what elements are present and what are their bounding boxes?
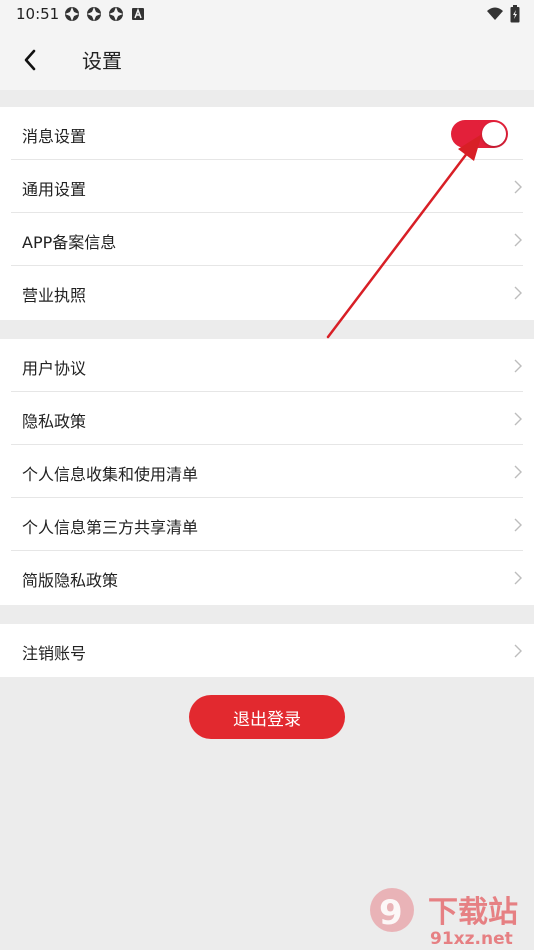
watermark-url: 91xz.net [430,929,513,948]
logout-button[interactable]: 退出登录 [189,695,345,739]
row-label: 个人信息第三方共享清单 [22,518,199,537]
chevron-right-icon [514,412,522,426]
brief-privacy-policy-row[interactable]: 简版隐私政策 [11,551,523,604]
watermark-title: 下载站 [428,895,518,930]
page-title: 设置 [82,49,122,73]
status-bar: 10:51 [0,0,534,28]
app-header: 设置 [0,28,534,90]
general-settings-row[interactable]: 通用设置 [11,160,523,213]
settings-group-3: 注销账号 [0,624,534,677]
back-button[interactable] [14,44,46,76]
row-label: 用户协议 [22,359,87,378]
toggle-knob [482,122,506,146]
wifi-icon [487,7,503,20]
row-label: APP备案信息 [22,233,117,252]
business-license-row[interactable]: 营业执照 [11,266,523,319]
a-icon [132,7,144,20]
app-icon [65,7,79,21]
settings-group-1: 消息设置 通用设置 APP备案信息 营业执照 [0,107,534,320]
status-time: 10:51 [16,5,60,23]
row-label: 个人信息收集和使用清单 [22,465,199,484]
notification-icons [64,6,146,22]
chevron-right-icon [514,518,522,532]
chevron-right-icon [514,465,522,479]
app-filing-info-row[interactable]: APP备案信息 [11,213,523,266]
chevron-right-icon [514,233,522,247]
personal-info-collection-row[interactable]: 个人信息收集和使用清单 [11,445,523,498]
chevron-right-icon [514,571,522,585]
row-label: 营业执照 [22,286,87,305]
row-label: 通用设置 [22,180,87,199]
system-icons [486,5,520,23]
row-label: 注销账号 [22,644,87,663]
svg-text:9: 9 [379,893,403,933]
watermark-logo: 9 下载站 91xz.net [370,888,518,948]
row-label: 消息设置 [22,127,87,146]
delete-account-row[interactable]: 注销账号 [11,624,523,677]
privacy-policy-row[interactable]: 隐私政策 [11,392,523,445]
chevron-right-icon [514,286,522,300]
app-icon [87,7,101,21]
battery-icon [510,5,520,23]
chevron-right-icon [514,359,522,373]
back-arrow-icon [24,49,36,71]
message-settings-row: 消息设置 [11,107,523,160]
chevron-right-icon [514,180,522,194]
app-icon [109,7,123,21]
message-settings-toggle[interactable] [451,120,508,148]
settings-group-2: 用户协议 隐私政策 个人信息收集和使用清单 个人信息第三方共享清单 简版隐私政策 [0,339,534,605]
chevron-right-icon [514,644,522,658]
row-label: 隐私政策 [22,412,87,431]
row-label: 简版隐私政策 [22,571,119,590]
third-party-sharing-row[interactable]: 个人信息第三方共享清单 [11,498,523,551]
user-agreement-row[interactable]: 用户协议 [11,339,523,392]
